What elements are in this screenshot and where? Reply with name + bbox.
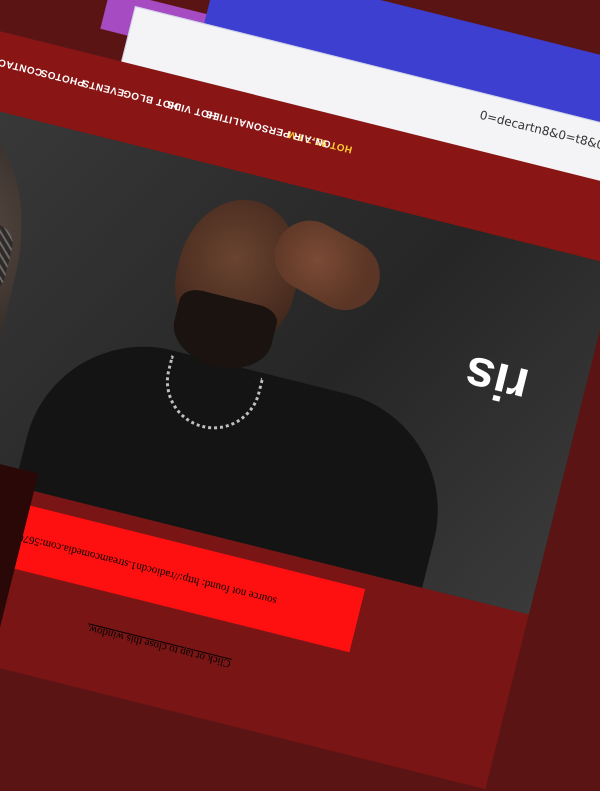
close-error-link[interactable]: Click or tap to close this window.: [86, 622, 232, 669]
nav-item-contact[interactable]: CONTACT: [0, 54, 44, 77]
nav-item-photos[interactable]: PHOTOS: [39, 66, 85, 88]
nav-item-on-air[interactable]: ON-AIR PERSONALITIES: [204, 108, 332, 150]
hero-title: ris: [458, 343, 535, 416]
nav-item-events[interactable]: EVENTS: [81, 77, 125, 98]
nav-item-hot-blog[interactable]: HOT BLOG: [122, 87, 180, 111]
